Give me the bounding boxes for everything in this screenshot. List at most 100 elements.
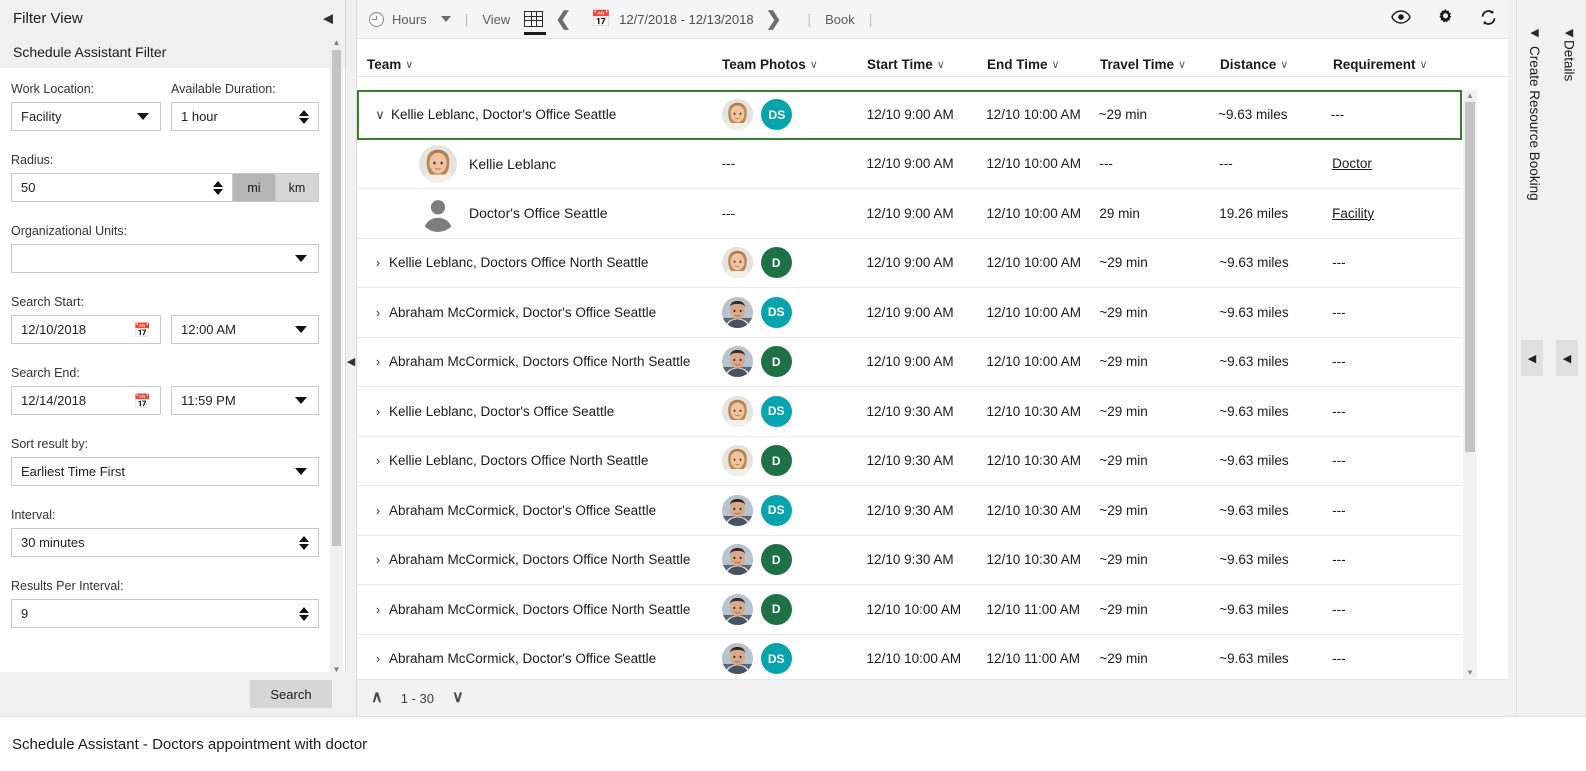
team-initials-badge[interactable]: D	[760, 247, 792, 279]
team-initials-badge[interactable]: D	[760, 346, 792, 378]
refresh-icon[interactable]	[1480, 9, 1497, 30]
filter-panel-scrollbar[interactable]: ▲ ▼	[330, 36, 343, 676]
expand-row-icon[interactable]: ›	[367, 503, 389, 518]
team-initials-badge[interactable]: DS	[761, 99, 793, 131]
stepper-arrows-icon[interactable]	[299, 109, 309, 124]
stepper-arrows-icon[interactable]	[213, 180, 223, 195]
team-initials-badge[interactable]: DS	[760, 643, 792, 675]
team-initials-badge[interactable]: D	[760, 445, 792, 477]
grid-row[interactable]: › Abraham McCormick, Doctors Office North…	[357, 337, 1462, 387]
team-initials-badge[interactable]: D	[760, 544, 792, 576]
team-member-avatar[interactable]	[721, 296, 753, 328]
expand-left-icon[interactable]: ◀	[1530, 26, 1538, 39]
scroll-down-icon[interactable]: ▼	[1463, 667, 1477, 679]
page-up-icon[interactable]: ∧	[371, 690, 383, 706]
expand-row-icon[interactable]: ›	[367, 255, 389, 270]
collapse-panel-icon[interactable]: ◀	[323, 12, 333, 25]
create-rail-handle[interactable]: ◀	[1521, 340, 1543, 376]
expand-row-icon[interactable]: ›	[367, 305, 389, 320]
create-resource-booking-rail[interactable]: ◀ Create Resource Booking ◀	[1516, 0, 1552, 716]
right-splitter[interactable]	[1508, 0, 1516, 716]
grid-row[interactable]: › Kellie Leblanc, Doctor's Office Seattle…	[357, 387, 1462, 437]
left-splitter-handle[interactable]: ◀	[346, 352, 356, 370]
team-member-avatar[interactable]	[721, 445, 753, 477]
eye-icon[interactable]	[1391, 10, 1411, 28]
scroll-up-icon[interactable]: ▲	[330, 36, 343, 49]
requirement-link[interactable]: Doctor	[1332, 156, 1372, 171]
column-header-start-time[interactable]: Start Time ∨	[867, 57, 987, 72]
column-header-team-photos[interactable]: Team Photos ∨	[722, 57, 867, 72]
search-end-time-select[interactable]: 11:59 PM	[171, 386, 319, 415]
grid-row[interactable]: › Kellie Leblanc, Doctors Office North Se…	[357, 238, 1462, 288]
search-start-date-input[interactable]: 12/10/2018 📅	[11, 315, 161, 344]
results-per-interval-stepper[interactable]: 9	[11, 599, 319, 628]
expand-row-icon[interactable]: ›	[367, 354, 389, 369]
calendar-icon[interactable]: 📅	[134, 394, 151, 408]
expand-row-icon[interactable]: ›	[367, 552, 389, 567]
next-period-icon[interactable]: ❯	[766, 10, 782, 29]
scrollbar-thumb[interactable]	[1465, 102, 1475, 452]
grid-view-button[interactable]	[510, 11, 547, 35]
team-initials-badge[interactable]: D	[760, 593, 792, 625]
prev-period-icon[interactable]: ❮	[555, 10, 571, 29]
unit-mi-button[interactable]: mi	[233, 173, 276, 202]
gear-icon[interactable]	[1437, 8, 1454, 30]
stepper-arrows-icon[interactable]	[299, 606, 309, 621]
hours-dropdown-icon[interactable]	[440, 16, 451, 22]
expand-row-icon[interactable]: ›	[367, 453, 389, 468]
team-initials-badge[interactable]: DS	[760, 395, 792, 427]
team-member-avatar[interactable]	[721, 247, 753, 279]
grid-row[interactable]: › Kellie Leblanc, Doctors Office North Se…	[357, 436, 1462, 486]
team-initials-badge[interactable]: DS	[760, 494, 792, 526]
column-header-travel-time[interactable]: Travel Time ∨	[1100, 57, 1220, 72]
interval-stepper[interactable]: 30 minutes	[11, 528, 319, 557]
calendar-icon[interactable]: 📅	[134, 323, 151, 337]
grid-row[interactable]: › Abraham McCormick, Doctor's Office Seat…	[357, 634, 1462, 679]
details-rail-handle[interactable]: ◀	[1556, 340, 1578, 376]
grid-row[interactable]: › Abraham McCormick, Doctor's Office Seat…	[357, 288, 1462, 338]
sort-result-select[interactable]: Earliest Time First	[11, 457, 319, 486]
team-member-avatar[interactable]	[721, 593, 753, 625]
details-rail[interactable]: ◀ Details ◀	[1552, 0, 1586, 716]
book-button[interactable]: Book	[825, 12, 855, 27]
grid-row[interactable]: › Abraham McCormick, Doctors Office North…	[357, 535, 1462, 585]
work-location-select[interactable]: Facility	[11, 102, 161, 131]
requirement-link[interactable]: Facility	[1332, 206, 1374, 221]
column-header-requirement[interactable]: Requirement ∨	[1333, 57, 1463, 72]
grid-child-row[interactable]: Doctor's Office Seattle --- 12/10 9:00 AM 1…	[357, 189, 1462, 239]
expand-row-icon[interactable]: ›	[367, 404, 389, 419]
grid-row[interactable]: › Abraham McCormick, Doctor's Office Seat…	[357, 486, 1462, 536]
team-member-avatar[interactable]	[721, 346, 753, 378]
grid-vertical-scrollbar[interactable]: ▲ ▼	[1463, 90, 1477, 679]
org-units-select[interactable]	[11, 244, 319, 273]
collapse-row-icon[interactable]: ∨	[369, 107, 391, 123]
team-member-avatar[interactable]	[721, 643, 753, 675]
page-down-icon[interactable]: ∨	[452, 690, 464, 706]
left-splitter[interactable]: ◀	[346, 0, 356, 716]
search-button[interactable]: Search	[250, 680, 332, 708]
grid-row[interactable]: › Abraham McCormick, Doctors Office North…	[357, 585, 1462, 635]
search-end-date-input[interactable]: 12/14/2018 📅	[11, 386, 161, 415]
column-header-distance[interactable]: Distance ∨	[1220, 57, 1333, 72]
expand-row-icon[interactable]: ›	[367, 602, 389, 617]
team-member-avatar[interactable]	[721, 544, 753, 576]
expand-row-icon[interactable]: ›	[367, 651, 389, 666]
unit-km-button[interactable]: km	[276, 173, 319, 202]
column-header-team[interactable]: Team ∨	[357, 57, 722, 72]
stepper-arrows-icon[interactable]	[299, 535, 309, 550]
team-member-avatar[interactable]	[721, 395, 753, 427]
grid-child-row[interactable]: Kellie Leblanc --- 12/10 9:00 AM 12/10 10:0…	[357, 139, 1462, 189]
man-photo-avatar	[721, 494, 753, 526]
expand-left-icon[interactable]: ◀	[1565, 26, 1573, 39]
grid-row[interactable]: ∨ Kellie Leblanc, Doctor's Office Seattle…	[357, 90, 1462, 140]
scroll-up-icon[interactable]: ▲	[1463, 90, 1477, 102]
available-duration-stepper[interactable]: 1 hour	[171, 102, 319, 131]
scrollbar-thumb[interactable]	[332, 50, 341, 546]
search-start-time-select[interactable]: 12:00 AM	[171, 315, 319, 344]
team-initials-badge[interactable]: DS	[760, 296, 792, 328]
column-header-end-time[interactable]: End Time ∨	[987, 57, 1100, 72]
team-member-avatar[interactable]	[722, 99, 754, 131]
team-member-avatar[interactable]	[721, 494, 753, 526]
calendar-icon[interactable]: 📅	[591, 9, 611, 29]
radius-input[interactable]: 50	[11, 173, 233, 202]
